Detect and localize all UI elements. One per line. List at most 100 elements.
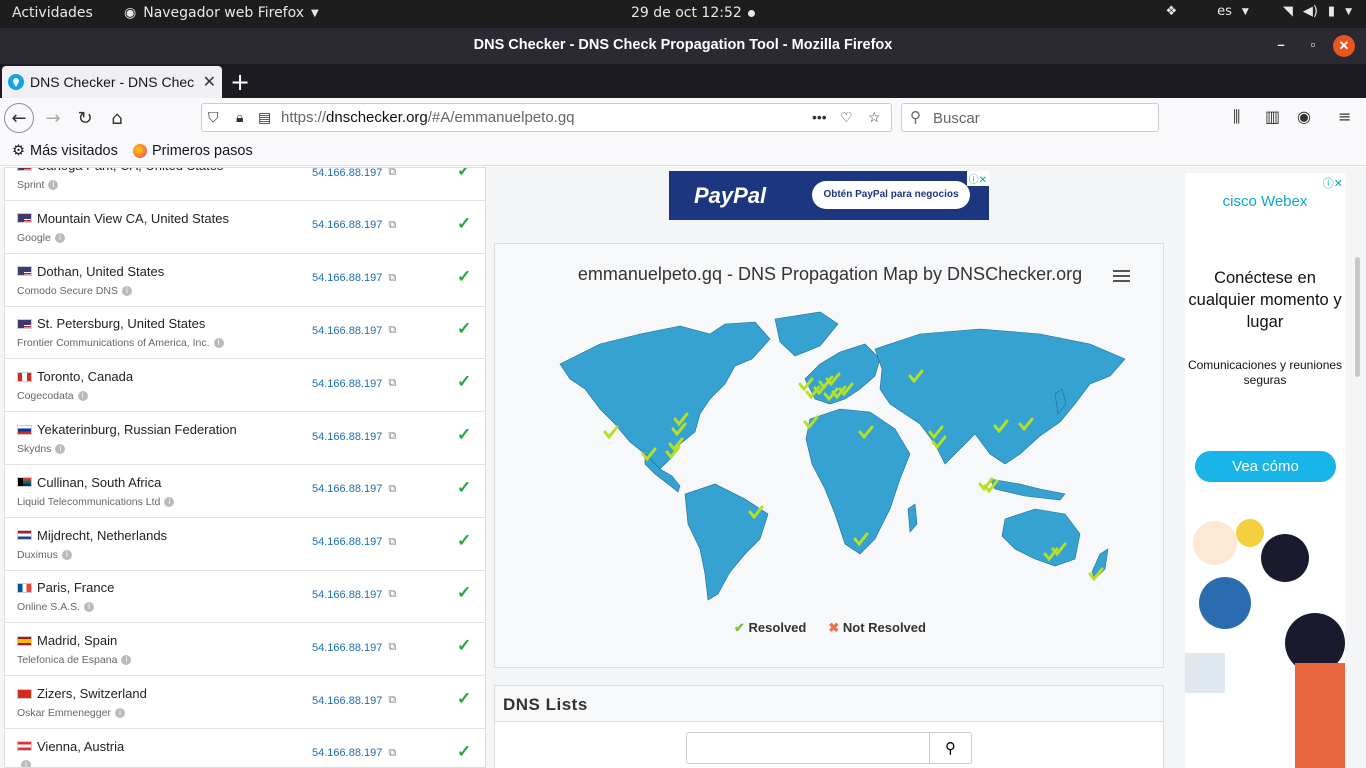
info-icon[interactable]: i bbox=[84, 602, 95, 613]
result-ip[interactable]: 54.166.88.197 ⧉ bbox=[312, 430, 396, 443]
provider-label: Online S.A.S. bbox=[17, 601, 81, 614]
account-icon[interactable]: ◉ bbox=[1297, 107, 1311, 126]
info-icon[interactable]: i bbox=[54, 232, 65, 243]
tab-dns-checker[interactable]: DNS Checker - DNS Chec ✕ bbox=[2, 66, 222, 98]
page-scrollbar[interactable] bbox=[1355, 257, 1360, 377]
info-icon[interactable]: i bbox=[77, 391, 88, 402]
ip-address-link[interactable]: 54.166.88.197 bbox=[312, 168, 382, 179]
external-link-icon[interactable]: ⧉ bbox=[388, 219, 396, 232]
ip-address-link[interactable]: 54.166.88.197 bbox=[312, 272, 382, 284]
external-link-icon[interactable]: ⧉ bbox=[388, 588, 396, 601]
external-link-icon[interactable]: ⧉ bbox=[388, 168, 396, 179]
battery-icon[interactable]: ▮ bbox=[1328, 4, 1335, 19]
dns-lists-search-input[interactable] bbox=[686, 732, 930, 764]
webex-ad-banner[interactable]: ⓘ✕ cisco Webex Conéctese en cualquier mo… bbox=[1185, 173, 1345, 768]
system-tray[interactable]: ❖ es ▼ ◥ ◀) ▮ ▼ bbox=[1165, 4, 1366, 19]
info-icon[interactable]: i bbox=[213, 338, 224, 349]
bookmark-getting-started[interactable]: Primeros pasos bbox=[133, 143, 253, 159]
hamburger-menu-icon[interactable]: ≡ bbox=[1338, 107, 1351, 126]
ip-address-link[interactable]: 54.166.88.197 bbox=[312, 642, 382, 654]
result-ip[interactable]: 54.166.88.197 ⧉ bbox=[312, 219, 396, 232]
external-link-icon[interactable]: ⧉ bbox=[388, 324, 396, 337]
result-ip[interactable]: 54.166.88.197 ⧉ bbox=[312, 588, 396, 601]
activities-button[interactable]: Actividades bbox=[12, 5, 93, 21]
close-window-button[interactable]: ✕ bbox=[1333, 35, 1355, 57]
external-link-icon[interactable]: ⧉ bbox=[388, 747, 396, 760]
back-button[interactable]: ← bbox=[4, 103, 34, 133]
chart-menu-icon[interactable] bbox=[1113, 270, 1130, 285]
ad-info-icon[interactable]: ⓘ✕ bbox=[966, 171, 989, 186]
result-ip[interactable]: 54.166.88.197 ⧉ bbox=[312, 377, 396, 390]
library-icon[interactable]: ⫼ bbox=[1233, 107, 1240, 127]
pocket-icon[interactable]: ♡ bbox=[840, 109, 853, 126]
external-link-icon[interactable]: ⧉ bbox=[388, 272, 396, 285]
result-ip[interactable]: 54.166.88.197 ⧉ bbox=[312, 747, 396, 760]
info-icon[interactable]: i bbox=[164, 496, 175, 507]
paypal-cta-button[interactable]: Obtén PayPal para negocios bbox=[812, 181, 970, 209]
ip-address-link[interactable]: 54.166.88.197 bbox=[312, 483, 382, 495]
result-ip[interactable]: 54.166.88.197 ⧉ bbox=[312, 641, 396, 654]
external-link-icon[interactable]: ⧉ bbox=[388, 483, 396, 496]
external-link-icon[interactable]: ⧉ bbox=[388, 694, 396, 707]
ip-address-link[interactable]: 54.166.88.197 bbox=[312, 219, 382, 231]
external-link-icon[interactable]: ⧉ bbox=[388, 536, 396, 549]
ip-address-link[interactable]: 54.166.88.197 bbox=[312, 378, 382, 390]
new-tab-button[interactable]: + bbox=[230, 68, 250, 96]
language-indicator[interactable]: es bbox=[1217, 4, 1232, 19]
provider-label: Telefonica de Espana bbox=[17, 654, 118, 667]
ip-address-link[interactable]: 54.166.88.197 bbox=[312, 536, 382, 548]
bookmark-star-icon[interactable]: ☆ bbox=[868, 109, 881, 126]
maximize-button[interactable]: ▫ bbox=[1304, 37, 1322, 52]
location-label: Zizers, Switzerland bbox=[37, 686, 147, 701]
tracking-protection-shield-icon[interactable]: ⛉ bbox=[208, 109, 219, 126]
forward-button[interactable]: → bbox=[38, 103, 68, 133]
info-icon[interactable]: i bbox=[121, 285, 132, 296]
ip-address-link[interactable]: 54.166.88.197 bbox=[312, 431, 382, 443]
external-link-icon[interactable]: ⧉ bbox=[388, 377, 396, 390]
url-text[interactable]: https://dnschecker.org/#A/emmanuelpeto.g… bbox=[281, 109, 575, 126]
legend-resolved[interactable]: ✔ Resolved bbox=[734, 620, 806, 636]
legend-not-resolved[interactable]: ✖ Not Resolved bbox=[828, 620, 926, 636]
wifi-icon[interactable]: ◥ bbox=[1283, 4, 1293, 19]
sidebar-icon[interactable]: ▥ bbox=[1265, 107, 1280, 126]
paypal-ad-banner[interactable]: PayPal Obtén PayPal para negocios ⓘ✕ bbox=[669, 171, 989, 220]
close-tab-icon[interactable]: ✕ bbox=[203, 72, 216, 92]
clock[interactable]: 29 de oct 12:52 bbox=[631, 5, 742, 21]
minimize-button[interactable]: – bbox=[1272, 37, 1290, 52]
result-ip[interactable]: 54.166.88.197 ⧉ bbox=[312, 272, 396, 285]
app-menu[interactable]: ◉ Navegador web Firefox ▼ bbox=[124, 5, 319, 21]
ip-address-link[interactable]: 54.166.88.197 bbox=[312, 589, 382, 601]
reload-button[interactable]: ↻ bbox=[70, 103, 100, 133]
info-icon[interactable]: i bbox=[114, 708, 125, 718]
result-ip[interactable]: 54.166.88.197 ⧉ bbox=[312, 324, 396, 337]
result-ip[interactable]: 54.166.88.197 ⧉ bbox=[312, 536, 396, 549]
url-bar[interactable]: ⛉ 🔒︎ ▤ https://dnschecker.org/#A/emmanue… bbox=[201, 103, 892, 132]
ip-address-link[interactable]: 54.166.88.197 bbox=[312, 325, 382, 337]
dns-lists-search-button[interactable]: ⚲ bbox=[930, 732, 972, 764]
result-ip[interactable]: 54.166.88.197 ⧉ bbox=[312, 483, 396, 496]
info-icon[interactable]: i bbox=[121, 655, 132, 666]
volume-icon[interactable]: ◀) bbox=[1303, 4, 1318, 19]
info-icon[interactable]: i bbox=[48, 180, 59, 190]
ip-address-link[interactable]: 54.166.88.197 bbox=[312, 695, 382, 707]
search-input[interactable]: ⚲ Buscar bbox=[901, 103, 1159, 132]
page-actions-icon[interactable]: ••• bbox=[812, 109, 827, 125]
bookmark-most-visited[interactable]: ⚙ Más visitados bbox=[12, 143, 118, 159]
resolved-marker[interactable] bbox=[603, 425, 619, 440]
webex-cta-button[interactable]: Vea cómo bbox=[1195, 451, 1336, 482]
info-icon[interactable]: i bbox=[55, 444, 66, 454]
lock-icon[interactable]: 🔒︎ bbox=[236, 109, 243, 126]
home-button[interactable]: ⌂ bbox=[102, 103, 132, 133]
info-icon[interactable]: i bbox=[21, 759, 31, 767]
result-ip[interactable]: 54.166.88.197 ⧉ bbox=[312, 168, 396, 179]
provider-label: Frontier Communications of America, Inc. bbox=[17, 337, 210, 350]
ad-info-icon[interactable]: ⓘ✕ bbox=[1323, 175, 1343, 191]
ip-address-link[interactable]: 54.166.88.197 bbox=[312, 747, 382, 759]
info-icon[interactable]: i bbox=[61, 549, 72, 560]
result-ip[interactable]: 54.166.88.197 ⧉ bbox=[312, 694, 396, 707]
europe bbox=[804, 343, 881, 405]
external-link-icon[interactable]: ⧉ bbox=[388, 430, 396, 443]
dropbox-icon[interactable]: ❖ bbox=[1165, 4, 1177, 19]
page-info-icon[interactable]: ▤ bbox=[258, 109, 271, 126]
external-link-icon[interactable]: ⧉ bbox=[388, 641, 396, 654]
